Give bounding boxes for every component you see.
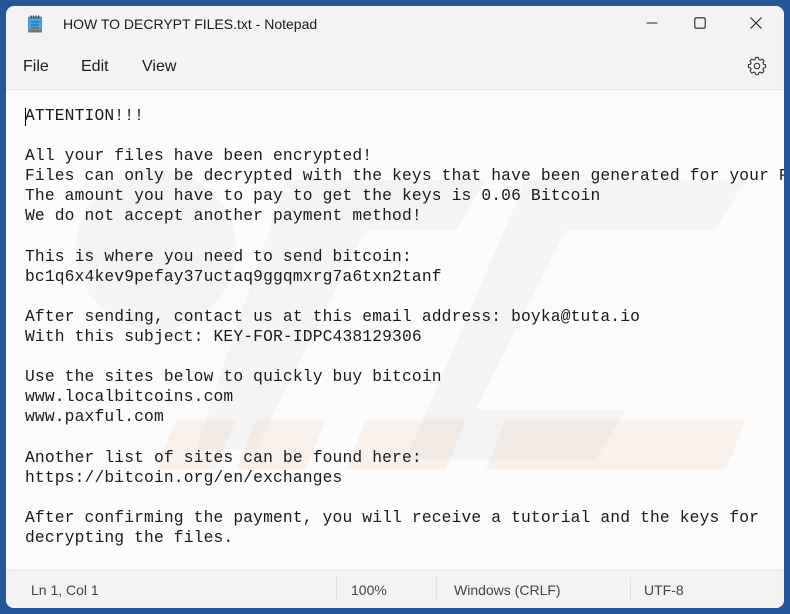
- text-line: Files can only be decrypted with the key…: [25, 166, 784, 186]
- status-separator: [436, 577, 437, 601]
- zoom-level[interactable]: 100%: [351, 582, 387, 598]
- gear-icon: [747, 56, 767, 76]
- text-line: ATTENTION!!!: [25, 106, 145, 125]
- text-line: https://bitcoin.org/en/exchanges: [25, 467, 343, 487]
- text-line: This is where you need to send bitcoin:: [25, 246, 412, 266]
- text-line: decrypting the files.: [25, 527, 234, 547]
- text-line: After sending, contact us at this email …: [25, 306, 641, 326]
- text-line: [25, 347, 778, 367]
- text-line: [25, 488, 778, 508]
- minimize-icon: [646, 22, 658, 24]
- minimize-button[interactable]: [629, 6, 675, 40]
- text-line: www.localbitcoins.com: [25, 387, 234, 407]
- text-line: [25, 126, 778, 146]
- menu-edit[interactable]: Edit: [81, 58, 109, 76]
- text-line: [25, 428, 778, 448]
- text-line: We do not accept another payment method!: [25, 206, 422, 226]
- text-line: bc1q6x4kev9pefay37uctaq9ggqmxrg7a6txn2ta…: [25, 266, 442, 286]
- text-line: Another list of sites can be found here:: [25, 447, 422, 467]
- status-bar: Ln 1, Col 1 100% Windows (CRLF) UTF-8: [6, 570, 784, 608]
- settings-button[interactable]: [746, 55, 768, 77]
- maximize-button[interactable]: [677, 6, 723, 40]
- document-text[interactable]: ATTENTION!!! All your files have been en…: [25, 106, 784, 569]
- maximize-icon: [694, 17, 706, 29]
- status-separator: [630, 577, 631, 601]
- text-line: After confirming the payment, you will r…: [25, 507, 760, 527]
- text-line: www.paxful.com: [25, 407, 164, 427]
- line-ending[interactable]: Windows (CRLF): [454, 582, 561, 598]
- close-button[interactable]: [733, 6, 779, 40]
- close-icon: [750, 17, 762, 29]
- text-line: All your files have been encrypted!: [25, 146, 373, 166]
- status-separator: [336, 577, 337, 601]
- text-line: With this subject: KEY-FOR-IDPC438129306: [25, 327, 422, 347]
- editor-area[interactable]: ATTENTION!!! All your files have been en…: [6, 89, 784, 569]
- encoding[interactable]: UTF-8: [644, 582, 684, 598]
- window-title: HOW TO DECRYPT FILES.txt - Notepad: [63, 16, 318, 32]
- notepad-window: HOW TO DECRYPT FILES.txt - Notepad File …: [6, 6, 784, 608]
- notepad-icon: [28, 15, 42, 33]
- menu-file[interactable]: File: [23, 58, 49, 76]
- title-bar[interactable]: HOW TO DECRYPT FILES.txt - Notepad: [6, 6, 784, 44]
- text-line: [25, 287, 778, 307]
- text-line: Use the sites below to quickly buy bitco…: [25, 367, 442, 387]
- menu-bar: File Edit View: [6, 50, 784, 86]
- text-line: The amount you have to pay to get the ke…: [25, 186, 601, 206]
- text-line: [25, 227, 778, 247]
- cursor-position: Ln 1, Col 1: [31, 582, 99, 598]
- menu-view[interactable]: View: [142, 58, 176, 76]
